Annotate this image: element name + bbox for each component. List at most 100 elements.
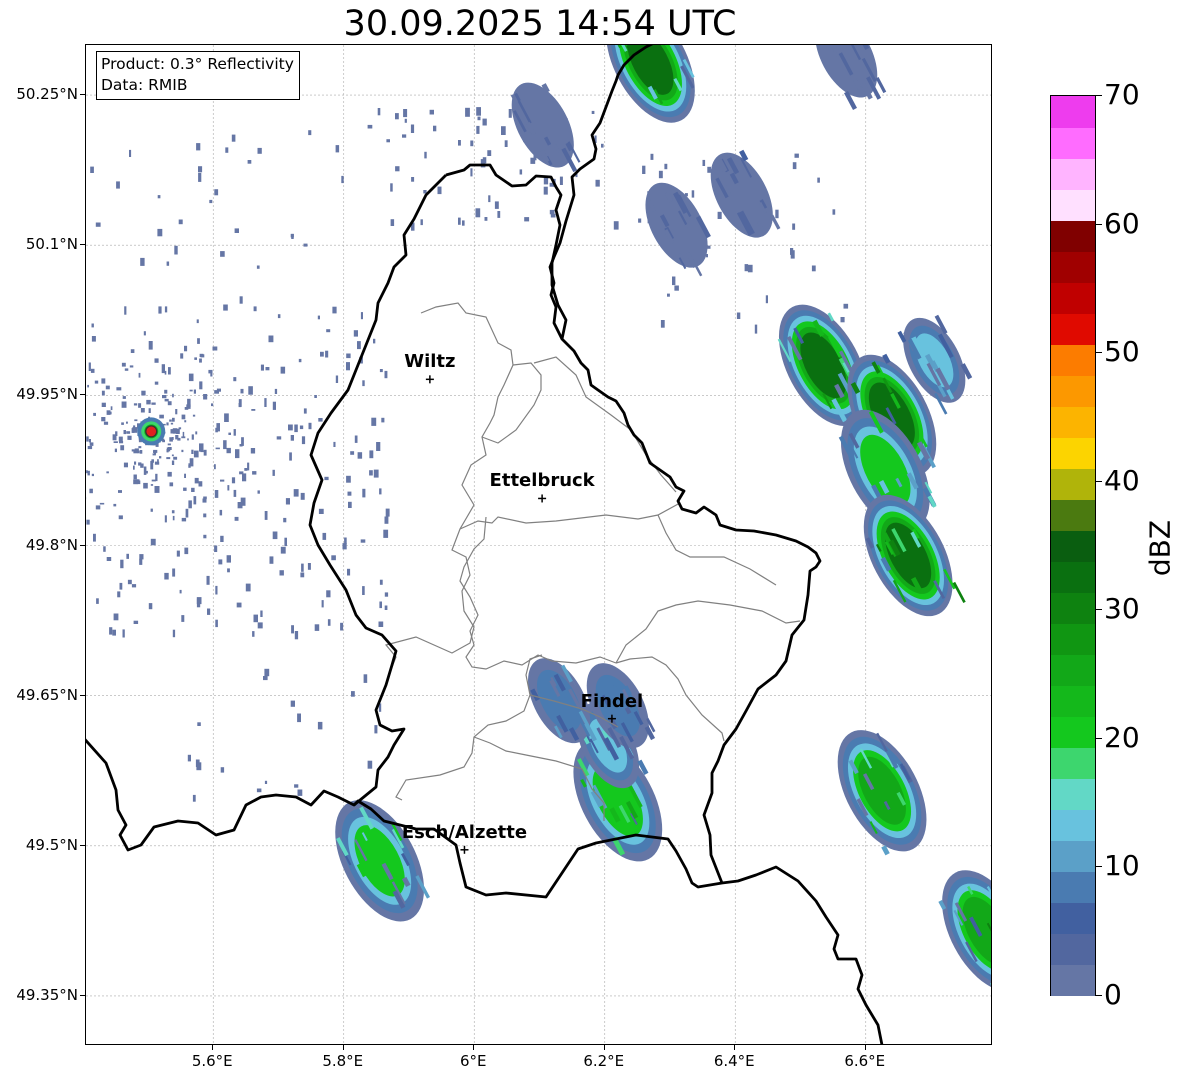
clutter-echo bbox=[138, 372, 141, 378]
clutter-echo bbox=[139, 450, 143, 454]
noise-echo bbox=[95, 222, 101, 227]
lon-tick-label: 6°E bbox=[459, 1052, 487, 1070]
clutter-echo bbox=[172, 393, 174, 398]
radar-ground-clutter bbox=[86, 353, 256, 521]
lon-tick bbox=[864, 1045, 866, 1050]
noise-echo bbox=[519, 169, 523, 175]
noise-echo bbox=[277, 314, 281, 319]
colorbar-tick-label: 60 bbox=[1104, 206, 1140, 240]
noise-echo bbox=[253, 614, 258, 623]
city-label-ettelbruck: Ettelbruck bbox=[489, 470, 595, 492]
noise-echo bbox=[150, 538, 156, 546]
noise-echo bbox=[268, 335, 274, 343]
noise-echo bbox=[487, 150, 492, 156]
noise-echo bbox=[279, 570, 284, 576]
noise-echo bbox=[371, 417, 377, 426]
echo-layer bbox=[645, 182, 708, 268]
clutter-echo bbox=[110, 406, 113, 411]
noise-echo bbox=[126, 553, 129, 559]
clutter-echo bbox=[171, 454, 174, 457]
noise-echo bbox=[139, 558, 143, 565]
noise-echo bbox=[482, 157, 487, 164]
noise-echo bbox=[344, 537, 347, 544]
noise-echo bbox=[792, 162, 797, 170]
noise-echo bbox=[289, 452, 292, 461]
noise-echo bbox=[208, 369, 213, 374]
noise-echo bbox=[300, 492, 305, 500]
noise-echo bbox=[324, 476, 329, 481]
noise-echo bbox=[347, 491, 352, 496]
noise-echo bbox=[194, 477, 199, 484]
noise-echo bbox=[470, 140, 474, 147]
noise-echo bbox=[317, 315, 320, 320]
noise-echo bbox=[326, 590, 331, 598]
noise-echo bbox=[197, 338, 200, 344]
noise-echo bbox=[462, 220, 465, 226]
radar-map[interactable]: Product: 0.3° Reflectivity Data: RMIB Wi… bbox=[85, 44, 992, 1045]
lat-tick-label: 49.65°N bbox=[16, 685, 78, 704]
noise-echo bbox=[354, 435, 358, 443]
noise-echo bbox=[154, 358, 159, 363]
noise-echo bbox=[90, 166, 94, 173]
colorbar-segment bbox=[1051, 127, 1095, 159]
colorbar-tick-label: 30 bbox=[1104, 592, 1140, 626]
noise-echo bbox=[215, 619, 218, 628]
noise-echo bbox=[476, 107, 481, 116]
clutter-echo bbox=[166, 457, 171, 460]
colorbar-tick-label: 70 bbox=[1104, 78, 1140, 111]
clutter-echo bbox=[118, 490, 122, 493]
clutter-echo bbox=[198, 481, 203, 487]
lon-tick bbox=[603, 1045, 605, 1050]
noise-echo bbox=[196, 598, 201, 608]
noise-echo bbox=[184, 345, 188, 352]
noise-echo bbox=[198, 166, 203, 173]
noise-echo bbox=[384, 605, 388, 610]
noise-echo bbox=[143, 331, 146, 336]
clutter-echo bbox=[176, 428, 180, 434]
noise-echo bbox=[117, 591, 121, 598]
clutter-echo bbox=[216, 388, 221, 392]
clutter-echo bbox=[162, 395, 167, 399]
noise-echo bbox=[501, 126, 506, 135]
noise-echo bbox=[140, 257, 145, 266]
noise-echo bbox=[88, 362, 91, 371]
noise-echo bbox=[139, 554, 144, 560]
noise-echo bbox=[317, 721, 323, 730]
noise-echo bbox=[143, 482, 148, 489]
clutter-echo bbox=[106, 410, 111, 415]
clutter-echo bbox=[184, 473, 186, 478]
clutter-echo bbox=[153, 451, 156, 453]
noise-echo bbox=[346, 475, 351, 483]
noise-echo bbox=[650, 153, 654, 160]
clutter-echo bbox=[89, 488, 93, 494]
noise-echo bbox=[383, 529, 389, 538]
noise-echo bbox=[308, 130, 312, 136]
noise-echo bbox=[357, 452, 363, 459]
clutter-echo bbox=[154, 381, 159, 385]
echo-cell bbox=[710, 149, 781, 238]
noise-echo bbox=[744, 264, 749, 272]
noise-echo bbox=[298, 358, 302, 363]
noise-echo bbox=[206, 575, 210, 585]
clutter-echo bbox=[93, 412, 96, 416]
noise-echo bbox=[353, 330, 358, 337]
lon-tick bbox=[473, 1045, 475, 1050]
noise-echo bbox=[143, 466, 147, 475]
noise-echo bbox=[250, 448, 256, 454]
clutter-echo bbox=[184, 407, 189, 410]
lat-tick bbox=[80, 544, 85, 546]
noise-echo bbox=[203, 534, 207, 539]
clutter-echo bbox=[172, 515, 175, 521]
lat-tick bbox=[80, 844, 85, 846]
noise-echo bbox=[411, 177, 415, 182]
noise-echo bbox=[707, 166, 711, 173]
clutter-echo bbox=[103, 421, 109, 425]
clutter-echo bbox=[113, 503, 117, 507]
noise-echo bbox=[234, 516, 239, 521]
noise-echo bbox=[225, 147, 229, 153]
noise-echo bbox=[181, 517, 187, 522]
noise-echo bbox=[299, 425, 304, 430]
noise-echo bbox=[360, 312, 363, 320]
noise-echo bbox=[402, 134, 407, 138]
city-label-findel: Findel bbox=[580, 690, 644, 712]
